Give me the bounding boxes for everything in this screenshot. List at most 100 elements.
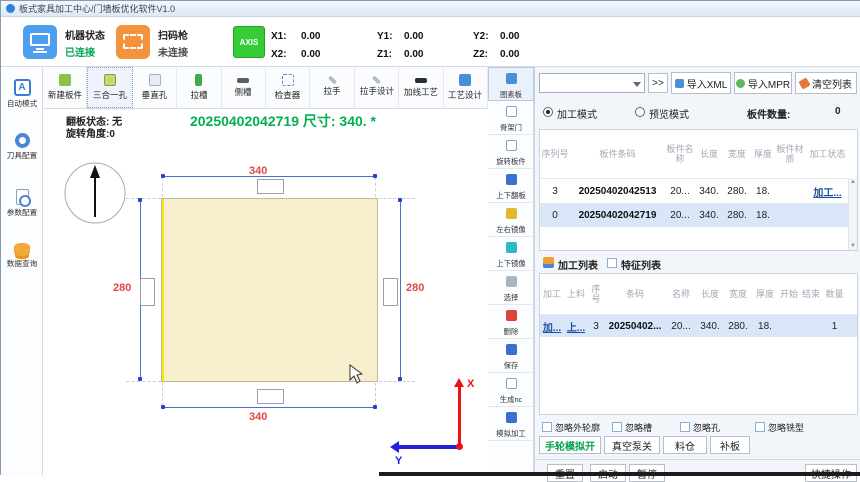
column-header[interactable]: 条码 [604, 274, 666, 314]
column-header[interactable]: 加工 [540, 274, 564, 314]
expand-button[interactable]: >> [648, 73, 668, 93]
board-count-value: 0 [835, 106, 841, 117]
strip-button-element-board[interactable]: 图素板 [488, 67, 534, 101]
feature-list-label: 特征列表 [621, 257, 661, 272]
barcode-combo-input[interactable] [539, 73, 645, 93]
table-row-selected[interactable]: 0 20250402042719 20... 340. 280. 18. [540, 203, 857, 227]
toolbar-button-handle-design[interactable]: 拉手设计 [355, 67, 399, 108]
column-header[interactable]: 厚度 [751, 130, 775, 178]
ignore-mill-checkbox[interactable] [755, 422, 765, 432]
column-header[interactable]: 序列号 [540, 130, 570, 178]
toolbar-button-process-design[interactable]: 工艺设计 [444, 67, 488, 108]
strip-button-save[interactable]: 保存 [488, 339, 534, 373]
patch-board-button[interactable]: 补板 [710, 436, 750, 454]
column-header[interactable]: 板件名称 [665, 130, 695, 178]
toolbar-button-vertical-hole[interactable]: 垂直孔 [133, 67, 177, 108]
toolbar-button-new-board[interactable]: 新建板件 [43, 67, 87, 108]
cell-barcode: 20250402042513 [570, 186, 665, 197]
preview-mode-radio[interactable] [635, 107, 645, 117]
machine-status-label: 机器状态 [65, 27, 105, 42]
strip-button-select[interactable]: 选择 [488, 271, 534, 305]
column-header[interactable]: 板件材质 [775, 130, 805, 178]
combo-value [540, 79, 543, 90]
process-mode-radio[interactable] [543, 107, 553, 117]
delete-icon [506, 310, 517, 321]
table-row[interactable]: 3 20250402042513 20... 340. 280. 18. 加工.… [540, 179, 857, 203]
dimension-endpoint [398, 377, 402, 381]
column-header[interactable]: 上料 [564, 274, 588, 314]
edge-marker-bottom[interactable] [257, 389, 284, 404]
strip-button-rotate-board[interactable]: 旋转板件 [488, 135, 534, 169]
column-header[interactable]: 数量 [822, 274, 847, 314]
column-header[interactable]: 加工状态 [805, 130, 850, 178]
feature-list-checkbox[interactable] [607, 258, 617, 268]
strip-button-frame-door[interactable]: 骨架门 [488, 101, 534, 135]
toolbar-button-three-in-one-hole[interactable]: 三合一孔 [87, 67, 132, 108]
column-header[interactable]: 名称 [666, 274, 696, 314]
strip-button-simulate[interactable]: 模拟加工 [488, 407, 534, 441]
column-header[interactable]: 序号 [588, 274, 604, 314]
process-list-icon [543, 257, 554, 268]
three-in-one-hole-icon [104, 74, 116, 86]
extension-line [162, 177, 163, 197]
toolbar-button-line-process[interactable]: 加线工艺 [399, 67, 443, 108]
scroll-down-icon[interactable]: ▼ [849, 243, 857, 249]
save-icon [506, 344, 517, 355]
column-header[interactable]: 板件条码 [570, 130, 665, 178]
drawing-canvas[interactable]: 翻板状态: 无 旋转角度:0 20250402042719 尺寸: 340. *… [43, 109, 488, 476]
toolbar-button-inspector[interactable]: 检查器 [266, 67, 310, 108]
column-header[interactable]: 开始 [778, 274, 800, 314]
cell-status-link[interactable]: 加工... [805, 184, 850, 199]
page-gear-icon [16, 189, 29, 205]
sidebar-item-auto-mode[interactable]: A 自动模式 [1, 75, 43, 127]
strip-button-mirror-vertical[interactable]: 上下镜像 [488, 237, 534, 271]
coord-z2-label: Z2: [473, 49, 488, 60]
table-scrollbar[interactable]: ▲ ▼ [848, 178, 857, 250]
mirror-vertical-icon [506, 242, 517, 253]
coord-z1-label: Z1: [377, 49, 392, 60]
sidebar-item-param-config[interactable]: 参数配置 [1, 185, 43, 237]
toolbar-button-handle[interactable]: 拉手 [310, 67, 354, 108]
strip-button-label: 生成nc [490, 394, 532, 404]
vacuum-pump-button[interactable]: 真空泵关 [604, 436, 660, 454]
column-header[interactable]: 结束 [800, 274, 822, 314]
board-panel[interactable] [161, 198, 378, 382]
mouse-cursor [349, 364, 363, 384]
scroll-up-icon[interactable]: ▲ [849, 179, 857, 185]
status-bar: 机器状态 已连接 扫码枪 未连接 AXIS X1: 0.00 X2: 0.00 … [1, 17, 860, 67]
strip-button-delete[interactable]: 删除 [488, 305, 534, 339]
sidebar-item-tool-config[interactable]: 刀具配置 [1, 129, 43, 181]
axis-y-label: Y [395, 455, 402, 467]
cell-load-link[interactable]: 上... [564, 319, 588, 334]
column-header[interactable]: 长度 [695, 130, 723, 178]
clear-list-button[interactable]: 清空列表 [795, 72, 857, 94]
column-header[interactable]: 长度 [696, 274, 724, 314]
edge-marker-right[interactable] [383, 278, 398, 306]
column-header[interactable]: 厚度 [752, 274, 778, 314]
column-header[interactable]: 宽度 [724, 274, 752, 314]
ignore-hole-checkbox[interactable] [680, 422, 690, 432]
edge-marker-top[interactable] [257, 179, 284, 194]
toolbar-button-side-slot[interactable]: 侧槽 [222, 67, 266, 108]
strip-button-generate-nc[interactable]: 生成nc [488, 373, 534, 407]
cell-thickness: 18. [751, 186, 775, 197]
cell-process-link[interactable]: 加... [540, 319, 564, 334]
handwheel-sim-button[interactable]: 手轮模拟开 [539, 436, 601, 454]
cell-seq: 3 [540, 186, 570, 197]
mpr-file-icon [736, 79, 745, 88]
ignore-slot-checkbox[interactable] [612, 422, 622, 432]
table-row-selected[interactable]: 加... 上... 3 20250402... 20... 340. 280. … [540, 315, 857, 337]
strip-button-flip-vertical[interactable]: 上下翻板 [488, 169, 534, 203]
ignore-outline-checkbox[interactable] [542, 422, 552, 432]
import-mpr-button[interactable]: 导入MPR [734, 72, 792, 94]
sidebar-item-data-query[interactable]: 数据查询 [1, 239, 43, 291]
edge-marker-left[interactable] [140, 278, 155, 306]
board-title-text: 20250402042719 尺寸: 340. * [123, 111, 443, 131]
material-bin-button[interactable]: 料仓 [663, 436, 707, 454]
column-header[interactable]: 宽度 [723, 130, 751, 178]
toolbar-button-slot[interactable]: 拉槽 [177, 67, 221, 108]
handle-design-icon [372, 75, 381, 84]
process-design-icon [459, 74, 471, 86]
import-xml-button[interactable]: 导入XML [671, 72, 731, 94]
strip-button-mirror-horizontal[interactable]: 左右镜像 [488, 203, 534, 237]
